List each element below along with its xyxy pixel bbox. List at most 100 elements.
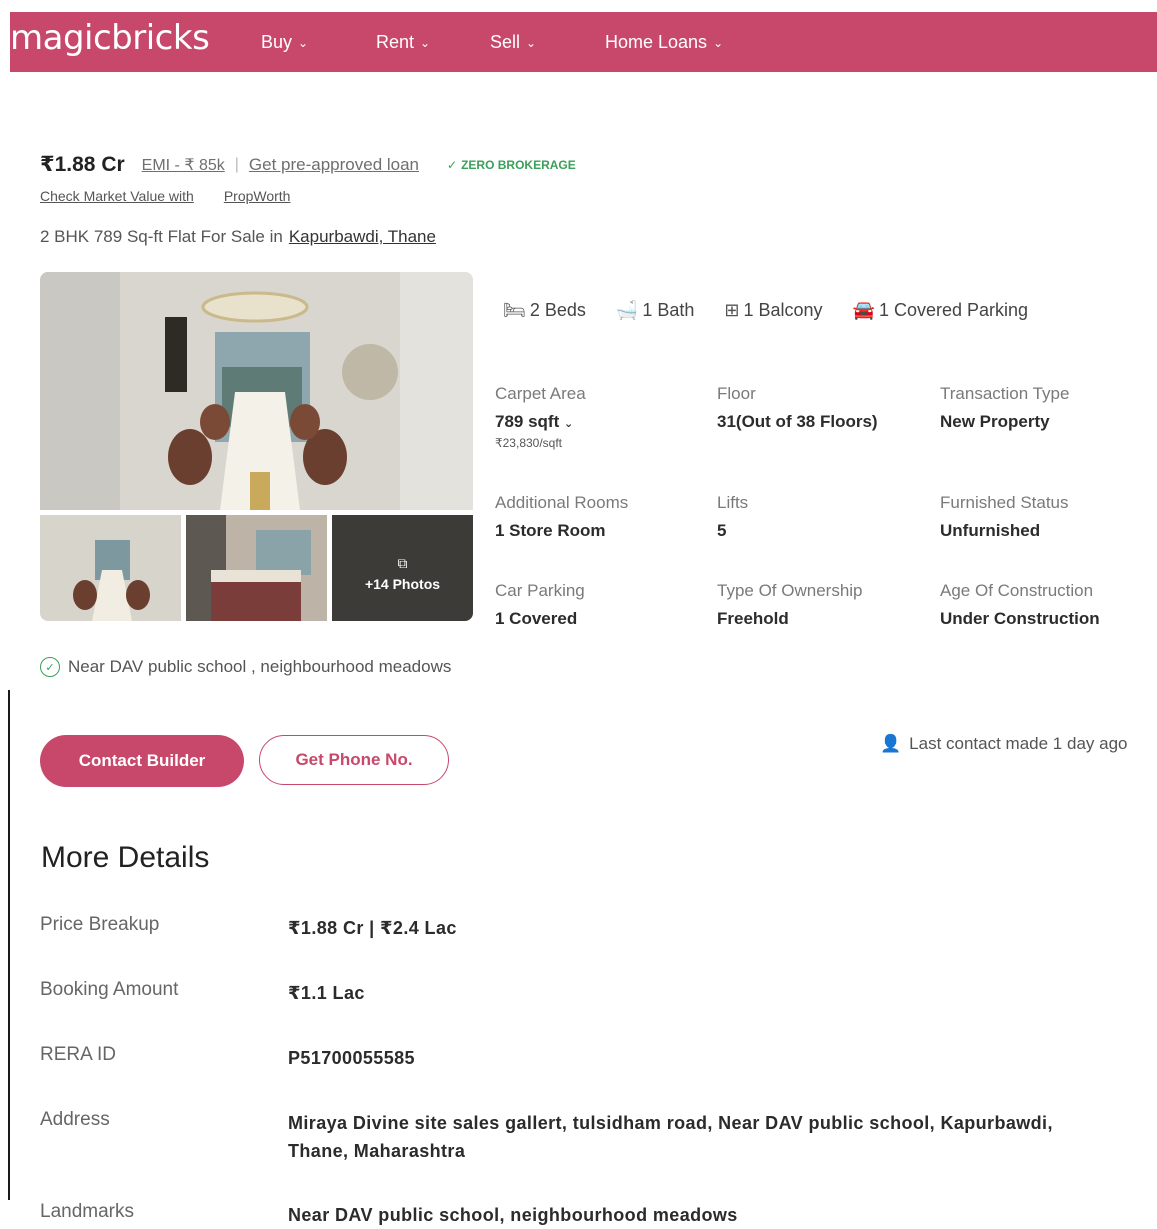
check-icon: ✓ (447, 157, 458, 172)
landmark-highlight-text: Near DAV public school , neighbourhood m… (68, 657, 452, 676)
parking-label: 1 Covered Parking (878, 300, 1029, 320)
spec-value: 5 (717, 521, 727, 540)
spec-label: Lifts (717, 493, 749, 512)
amenities-row: 🛏 2 Beds 🛁 1 Bath ⊞ 1 Balcony 🚘 1 Covered Pa… (503, 300, 1028, 321)
dining-thumbnail (40, 515, 181, 621)
chevron-down-icon: ⌄ (563, 418, 574, 430)
preapproved-loan-link[interactable]: Get pre-approved loan (249, 155, 419, 175)
spec-age-of-construction: Age Of Construction Under Construction (940, 581, 1100, 629)
detail-label: Address (40, 1109, 110, 1130)
beds-label: 2 Beds (529, 300, 586, 320)
spec-value: 31(Out of 38 Floors) (717, 412, 878, 431)
carpet-area-value: 789 sqft (495, 412, 560, 431)
nav-sell-label: Sell (490, 32, 521, 52)
nav-rent-label: Rent (376, 32, 415, 52)
detail-value: Near DAV public school, neighbourhood me… (288, 1205, 738, 1225)
spec-label: Carpet Area (495, 384, 586, 403)
user-icon: 👤 (880, 734, 902, 753)
emi-link[interactable]: EMI - ₹ 85k (142, 155, 225, 175)
price-row: ₹1.88 Cr EMI - ₹ 85k | Get pre-approved … (40, 152, 576, 177)
spec-floor: Floor 31(Out of 38 Floors) (717, 384, 878, 432)
divider: | (234, 155, 239, 173)
spec-label: Transaction Type (940, 384, 1070, 403)
spec-value: Freehold (717, 609, 789, 628)
photo-thumbnail-1[interactable] (40, 515, 181, 621)
nav-buy[interactable]: Buy ⌄ (261, 32, 308, 53)
spec-furnished-status: Furnished Status Unfurnished (940, 493, 1069, 541)
listing-price: ₹1.88 Cr (40, 153, 125, 176)
spec-value[interactable]: 789 sqft ⌄ (495, 412, 586, 432)
spec-value: Under Construction (940, 609, 1100, 628)
bath-label: 1 Bath (642, 300, 695, 320)
car-icon: 🚘 (852, 300, 875, 320)
detail-value: ₹1.88 Cr | ₹2.4 Lac (288, 918, 457, 938)
bath-amenity: 🛁 1 Bath (616, 300, 694, 321)
detail-label: Price Breakup (40, 914, 160, 935)
price-per-sqft: ₹23,830/sqft (495, 436, 563, 450)
spec-label: Additional Rooms (495, 493, 629, 512)
parking-amenity: 🚘 1 Covered Parking (853, 300, 1029, 321)
market-value-text: Check Market Value with (40, 188, 194, 204)
chevron-down-icon: ⌄ (298, 35, 309, 50)
spec-label: Furnished Status (940, 493, 1069, 512)
listing-title: 2 BHK 789 Sq-ft Flat For Sale in Kapurbaw… (40, 227, 436, 247)
check-circle-icon: ✓ (40, 657, 60, 677)
listing-title-text: 2 BHK 789 Sq-ft Flat For Sale in (40, 227, 283, 246)
more-details-title: More Details (41, 841, 210, 874)
zero-brokerage-label: ZERO BROKERAGE (461, 157, 576, 172)
nav-buy-label: Buy (261, 32, 293, 52)
nav-rent[interactable]: Rent ⌄ (376, 32, 430, 53)
more-photos-label: +14 Photos (364, 575, 441, 592)
chevron-down-icon: ⌄ (526, 35, 537, 50)
last-contact-text: Last contact made 1 day ago (909, 734, 1128, 753)
main-photo[interactable] (40, 272, 473, 510)
spec-carpet-area: Carpet Area 789 sqft ⌄ ₹23,830/sqft (495, 384, 586, 450)
detail-label: Landmarks (40, 1201, 134, 1222)
balcony-amenity: ⊞ 1 Balcony (724, 300, 822, 321)
detail-value: Miraya Divine site sales gallert, tulsid… (288, 1113, 1053, 1161)
detail-label: RERA ID (40, 1044, 117, 1065)
bedroom-thumbnail (186, 515, 327, 621)
spec-label: Age Of Construction (940, 581, 1094, 600)
page-left-edge (8, 690, 10, 1200)
balcony-label: 1 Balcony (743, 300, 823, 320)
top-navigation-bar: magicbricks Buy ⌄ Rent ⌄ Sell ⌄ Home Loans ⌄ (10, 12, 1157, 72)
spec-additional-rooms: Additional Rooms 1 Store Room (495, 493, 628, 541)
nav-home-loans-label: Home Loans (605, 32, 708, 52)
spec-lifts: Lifts 5 (717, 493, 748, 541)
get-phone-button[interactable]: Get Phone No. (259, 735, 449, 785)
locality-link[interactable]: Kapurbawdi, Thane (289, 227, 436, 246)
propworth-link[interactable]: PropWorth (224, 188, 291, 204)
spec-value: New Property (940, 412, 1050, 431)
nav-home-loans[interactable]: Home Loans ⌄ (605, 32, 723, 53)
spec-transaction-type: Transaction Type New Property (940, 384, 1069, 432)
spec-ownership: Type Of Ownership Freehold (717, 581, 863, 629)
nav-sell[interactable]: Sell ⌄ (490, 32, 536, 53)
spec-value: 1 Covered (495, 609, 578, 628)
detail-value: ₹1.1 Lac (288, 983, 365, 1003)
photo-thumbnail-2[interactable] (186, 515, 327, 621)
contact-builder-button[interactable]: Contact Builder (40, 735, 244, 787)
chevron-down-icon: ⌄ (420, 35, 431, 50)
spec-label: Car Parking (495, 581, 585, 600)
spec-label: Floor (717, 384, 756, 403)
balcony-icon: ⊞ (724, 300, 740, 320)
bath-icon: 🛁 (615, 300, 639, 320)
spec-label: Type Of Ownership (717, 581, 863, 600)
gallery-icon: ⧉ (397, 554, 408, 571)
zero-brokerage-badge: ✓ ZERO BROKERAGE (447, 158, 576, 172)
spec-value: Unfurnished (940, 521, 1041, 540)
spec-car-parking: Car Parking 1 Covered (495, 581, 585, 629)
magicbricks-logo[interactable]: magicbricks (10, 18, 210, 58)
dining-room-photo (40, 272, 473, 510)
bed-icon: 🛏 (503, 300, 526, 320)
spec-value: 1 Store Room (495, 521, 606, 540)
last-contact-info: 👤 Last contact made 1 day ago (880, 734, 1127, 754)
chevron-down-icon: ⌄ (713, 35, 724, 50)
detail-value: P51700055585 (288, 1048, 415, 1068)
landmark-highlight: ✓ Near DAV public school , neighbourhood… (40, 657, 451, 677)
beds-amenity: 🛏 2 Beds (503, 300, 586, 321)
market-value-link[interactable]: Check Market Value with PropWorth (40, 188, 290, 204)
detail-label: Booking Amount (40, 979, 179, 1000)
more-photos-button[interactable]: ⧉ +14 Photos (332, 515, 473, 621)
